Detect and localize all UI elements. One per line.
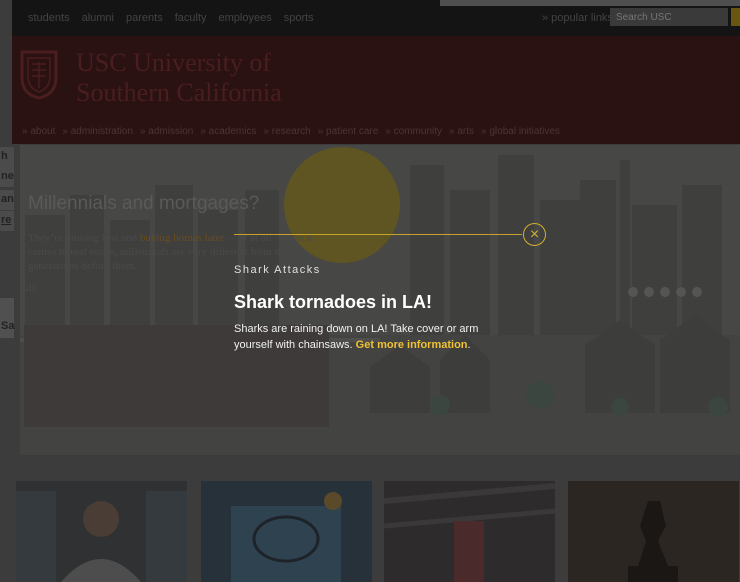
- search-input[interactable]: [610, 8, 728, 26]
- nav-item-administration[interactable]: » administration: [62, 126, 133, 137]
- modal-eyebrow: Shark Attacks: [234, 264, 321, 276]
- feature-tile-scientist[interactable]: [16, 481, 187, 582]
- modal-body: Sharks are raining down on LA! Take cove…: [234, 323, 479, 351]
- left-page-fragment: re: [0, 211, 14, 231]
- carousel-dot[interactable]: [692, 287, 702, 297]
- get-more-information-link[interactable]: Get more information: [356, 339, 468, 351]
- carousel-dot[interactable]: [628, 287, 638, 297]
- nav-item-admission[interactable]: » admission: [140, 126, 193, 137]
- feature-tile-statue[interactable]: [568, 481, 739, 582]
- scientist-image: [16, 481, 187, 582]
- usc-seal-icon: [20, 50, 58, 100]
- workshop-image: [384, 481, 555, 582]
- audience-link-faculty[interactable]: faculty: [175, 12, 207, 24]
- audience-link-employees[interactable]: employees: [219, 12, 272, 24]
- carousel-dots: [628, 287, 702, 297]
- left-page-panel: [0, 298, 14, 338]
- nav-item-arts[interactable]: » arts: [449, 126, 474, 137]
- nav-item-patient-care[interactable]: » patient care: [318, 126, 379, 137]
- modal-divider-line: [234, 234, 522, 235]
- nav-item-about[interactable]: » about: [22, 126, 55, 137]
- modal-title: Shark tornadoes in LA!: [234, 292, 433, 312]
- brain-illustration: [201, 481, 372, 582]
- close-icon[interactable]: ×: [523, 223, 546, 246]
- top-bar-highlight: [440, 0, 740, 6]
- nav-item-research[interactable]: » research: [263, 126, 310, 137]
- edit-link[interactable]: Edit: [20, 283, 37, 294]
- carousel-dot[interactable]: [676, 287, 686, 297]
- background-page: [0, 0, 12, 582]
- nav-item-community[interactable]: » community: [385, 126, 442, 137]
- carousel-dot[interactable]: [660, 287, 670, 297]
- search-button[interactable]: [731, 8, 740, 26]
- left-page-fragment: h: [0, 147, 14, 167]
- feature-tiles: [16, 481, 740, 582]
- audience-link-students[interactable]: students: [28, 12, 70, 24]
- left-page-fragment: ne: [0, 167, 14, 187]
- hero-heading[interactable]: Millennials and mortgages?: [28, 193, 259, 215]
- main-nav: » about » administration » admission » a…: [12, 118, 740, 144]
- site-header: USC University of Southern California: [12, 36, 740, 118]
- hero-body-link[interactable]: buying homes later: [140, 232, 224, 244]
- audience-nav: students alumni parents faculty employee…: [28, 12, 314, 24]
- feature-tile-brain[interactable]: [201, 481, 372, 582]
- audience-link-parents[interactable]: parents: [126, 12, 163, 24]
- nav-item-global-initiatives[interactable]: » global initiatives: [481, 126, 560, 137]
- nav-item-academics[interactable]: » academics: [200, 126, 256, 137]
- left-page-fragment: an: [0, 190, 14, 210]
- popular-links-toggle[interactable]: » popular links: [542, 12, 613, 24]
- feature-tile-workshop[interactable]: [384, 481, 555, 582]
- statue-image: [568, 481, 739, 582]
- audience-link-alumni[interactable]: alumni: [82, 12, 114, 24]
- audience-link-sports[interactable]: sports: [284, 12, 314, 24]
- logo-text-line2[interactable]: Southern California: [76, 78, 282, 108]
- logo-text-line1[interactable]: USC University of: [76, 48, 271, 78]
- left-page-fragment: Sa: [1, 320, 15, 332]
- carousel-dot[interactable]: [644, 287, 654, 297]
